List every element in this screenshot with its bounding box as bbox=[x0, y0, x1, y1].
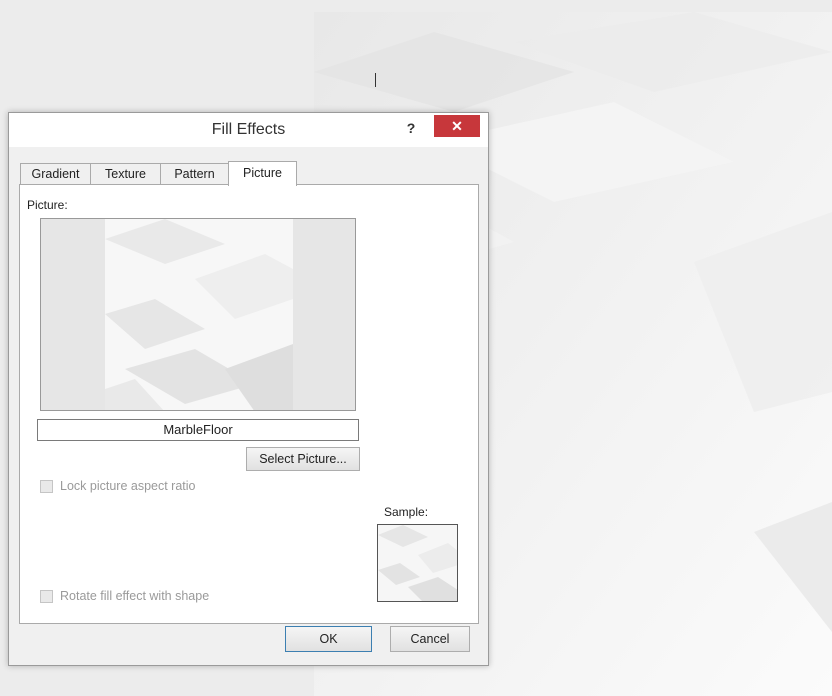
picture-label: Picture: bbox=[27, 198, 68, 212]
lock-aspect-checkbox[interactable] bbox=[40, 479, 53, 493]
tab-gradient[interactable]: Gradient bbox=[20, 163, 91, 184]
text-cursor bbox=[375, 73, 376, 87]
dialog-titlebar[interactable]: Fill Effects ? ✕ bbox=[9, 113, 488, 147]
fill-effects-dialog: Fill Effects ? ✕ Gradient Texture Patter… bbox=[8, 112, 489, 666]
marble-floor-preview-image bbox=[105, 219, 293, 410]
tab-pattern[interactable]: Pattern bbox=[160, 163, 229, 184]
tab-texture[interactable]: Texture bbox=[90, 163, 161, 184]
select-picture-button[interactable]: Select Picture... bbox=[246, 447, 360, 471]
rotate-fill-checkbox[interactable] bbox=[40, 589, 53, 603]
cancel-button[interactable]: Cancel bbox=[390, 626, 470, 652]
tab-picture[interactable]: Picture bbox=[228, 161, 297, 186]
sample-label: Sample: bbox=[384, 505, 429, 519]
picture-tab-panel: Picture: MarbleFloor Select Picture... L… bbox=[19, 184, 479, 624]
sample-preview bbox=[377, 524, 458, 602]
rotate-fill-option[interactable]: Rotate fill effect with shape bbox=[40, 589, 209, 603]
close-button[interactable]: ✕ bbox=[434, 115, 480, 137]
lock-aspect-label: Lock picture aspect ratio bbox=[60, 479, 196, 493]
ok-button[interactable]: OK bbox=[285, 626, 372, 652]
help-button[interactable]: ? bbox=[400, 117, 422, 139]
sample-image bbox=[378, 525, 457, 601]
picture-name-field: MarbleFloor bbox=[37, 419, 359, 441]
rotate-fill-label: Rotate fill effect with shape bbox=[60, 589, 210, 603]
lock-aspect-option[interactable]: Lock picture aspect ratio bbox=[40, 479, 196, 493]
picture-preview bbox=[40, 218, 356, 411]
close-icon: ✕ bbox=[451, 118, 463, 134]
